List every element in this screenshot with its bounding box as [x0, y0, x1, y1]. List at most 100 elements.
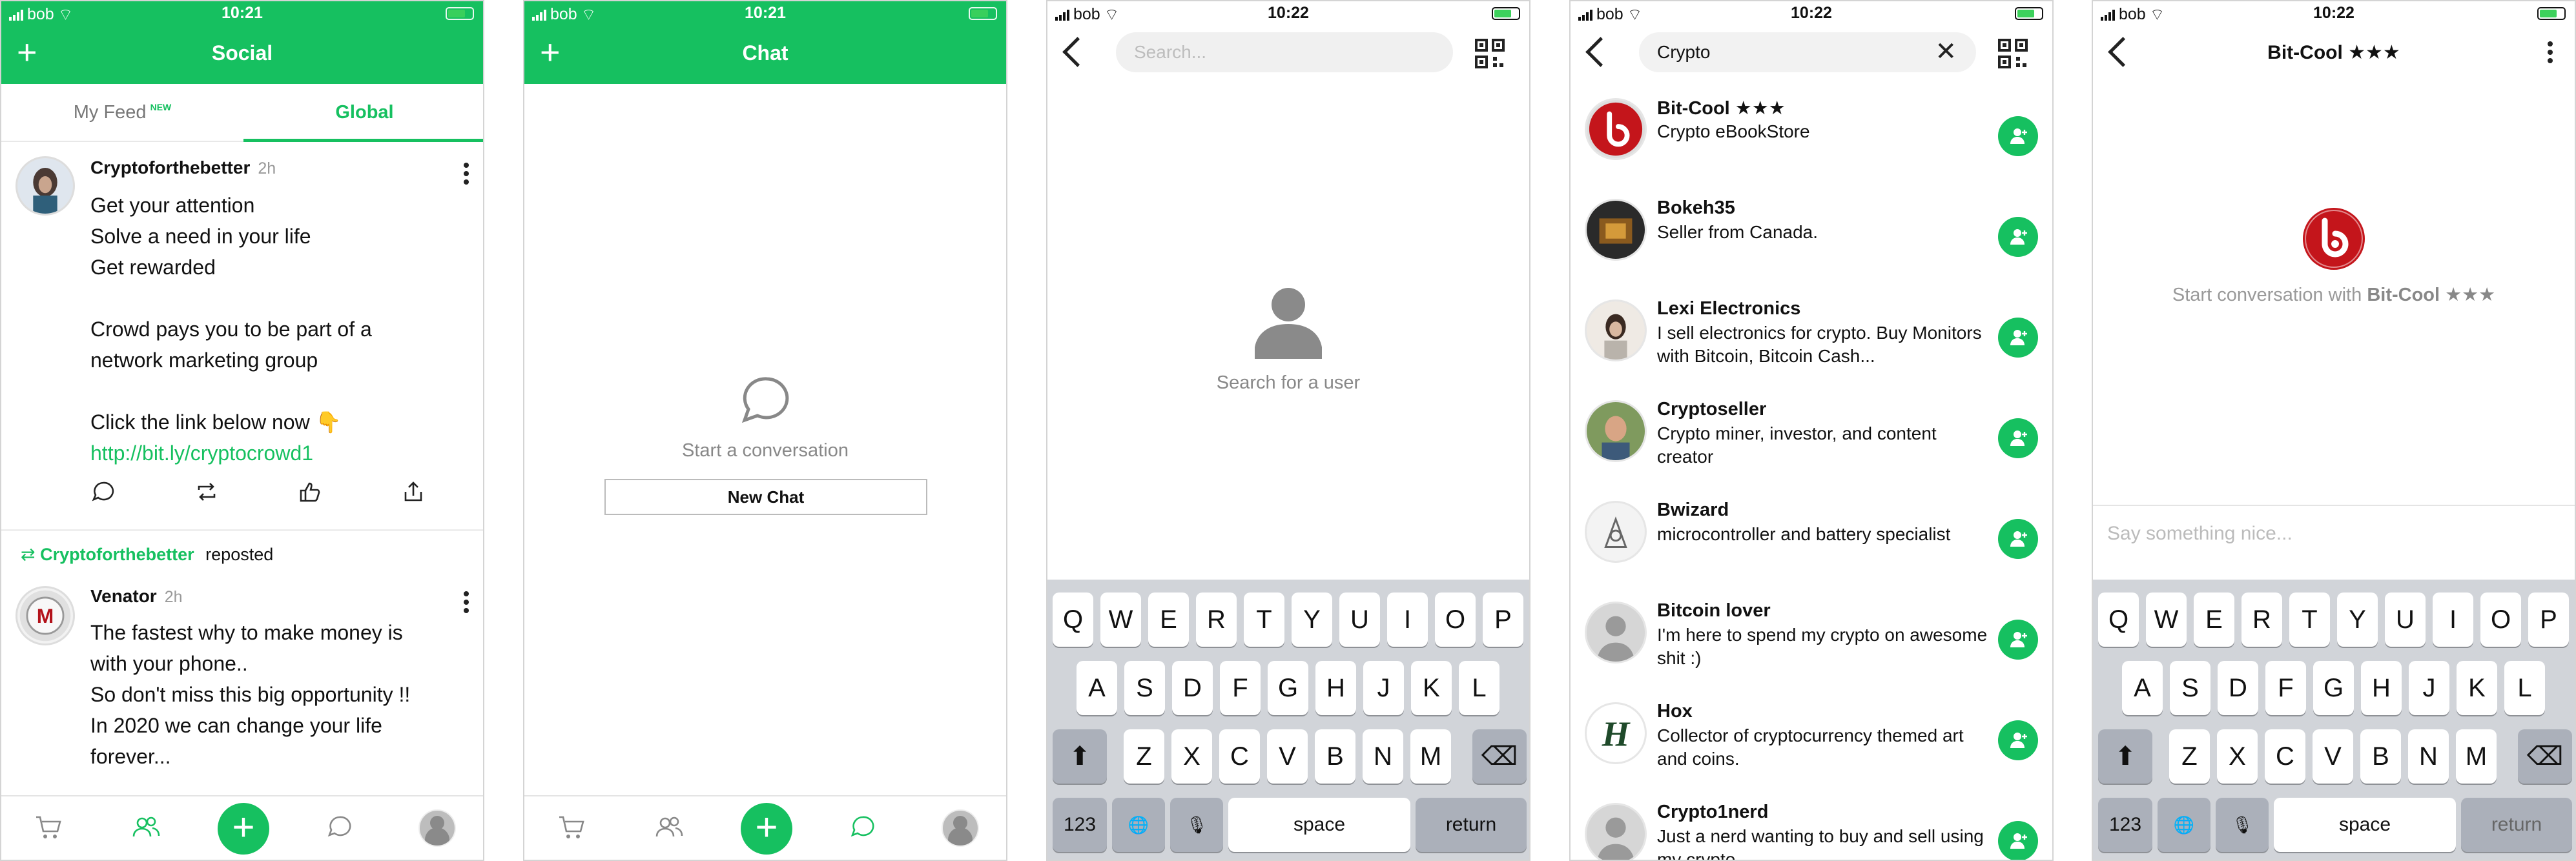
key-h[interactable]: H — [2361, 661, 2402, 715]
like-icon[interactable] — [297, 479, 323, 505]
profile-avatar[interactable] — [418, 809, 456, 847]
compose-button[interactable]: + — [741, 803, 792, 855]
key-w[interactable]: W — [1100, 593, 1141, 647]
shift-key[interactable]: ⬆ — [1053, 729, 1107, 784]
post-link[interactable]: http://bit.ly/cryptocrowd1 — [90, 438, 465, 469]
search-result-item[interactable]: Bwizard microcontroller and battery speci… — [1571, 494, 2052, 595]
key-u[interactable]: U — [1339, 593, 1380, 647]
key-e[interactable]: E — [2194, 593, 2234, 647]
add-contact-button[interactable] — [1998, 821, 2038, 860]
tab-my-feed[interactable]: My Feed NEW — [1, 84, 243, 141]
tab-chat[interactable] — [843, 808, 882, 847]
add-contact-button[interactable] — [1998, 720, 2038, 760]
compose-button[interactable]: + — [218, 803, 269, 855]
key-e[interactable]: E — [1148, 593, 1189, 647]
key-h[interactable]: H — [1315, 661, 1356, 715]
key-r[interactable]: R — [1196, 593, 1237, 647]
add-contact-button[interactable] — [1998, 318, 2038, 358]
post-menu-icon[interactable] — [464, 591, 469, 616]
tab-shop[interactable] — [553, 808, 592, 847]
key-f[interactable]: F — [2265, 661, 2306, 715]
key-x[interactable]: X — [1171, 729, 1212, 784]
key-n[interactable]: N — [1363, 729, 1403, 784]
avatar[interactable] — [1585, 803, 1647, 860]
avatar[interactable] — [1585, 400, 1647, 462]
shift-key[interactable]: ⬆ — [2098, 729, 2152, 784]
search-result-item[interactable]: Bokeh35 Seller from Canada. — [1571, 192, 2052, 293]
dictation-key[interactable]: 🎙 — [1170, 798, 1223, 852]
avatar[interactable] — [1585, 501, 1647, 563]
key-i[interactable]: I — [2433, 593, 2473, 647]
key-b[interactable]: B — [1315, 729, 1355, 784]
key-p[interactable]: P — [2528, 593, 2569, 647]
key-q[interactable]: Q — [2098, 593, 2139, 647]
search-input[interactable]: Crypto ✕ — [1639, 32, 1976, 72]
avatar[interactable]: H — [1585, 702, 1647, 764]
key-s[interactable]: S — [1124, 661, 1165, 715]
key-z[interactable]: Z — [1124, 729, 1164, 784]
key-l[interactable]: L — [2504, 661, 2545, 715]
post-author[interactable]: Cryptoforthebetter 2h — [90, 157, 276, 178]
key-x[interactable]: X — [2217, 729, 2258, 784]
backspace-key[interactable]: ⌫ — [2518, 729, 2572, 784]
key-v[interactable]: V — [1267, 729, 1308, 784]
search-result-item[interactable]: Cryptoseller Crypto miner, investor, and … — [1571, 394, 2052, 494]
key-t[interactable]: T — [1244, 593, 1284, 647]
dictation-key[interactable]: 🎙 — [2216, 798, 2269, 852]
key-g[interactable]: G — [2313, 661, 2354, 715]
message-composer[interactable]: Say something nice... — [2093, 505, 2575, 583]
key-v[interactable]: V — [2313, 729, 2353, 784]
qr-code-icon[interactable] — [1998, 39, 2028, 68]
key-z[interactable]: Z — [2169, 729, 2210, 784]
key-w[interactable]: W — [2146, 593, 2187, 647]
key-g[interactable]: G — [1268, 661, 1308, 715]
key-t[interactable]: T — [2289, 593, 2330, 647]
space-key[interactable]: space — [2274, 798, 2456, 852]
comment-icon[interactable] — [90, 479, 116, 505]
key-s[interactable]: S — [2170, 661, 2210, 715]
search-result-item[interactable]: H Hox Collector of cryptocurrency themed a… — [1571, 696, 2052, 796]
search-result-item[interactable]: Lexi Electronics I sell electronics for c… — [1571, 293, 2052, 394]
post-menu-icon[interactable] — [464, 163, 469, 188]
repost-author[interactable]: Cryptoforthebetter — [40, 545, 194, 564]
add-contact-button[interactable] — [1998, 217, 2038, 257]
add-contact-button[interactable] — [1998, 620, 2038, 660]
search-result-item[interactable]: Bit-Cool ★★★ Crypto eBookStore — [1571, 92, 2052, 192]
key-f[interactable]: F — [1220, 661, 1261, 715]
key-q[interactable]: Q — [1053, 593, 1093, 647]
tab-chat[interactable] — [320, 808, 359, 847]
key-d[interactable]: D — [1172, 661, 1213, 715]
key-r[interactable]: R — [2241, 593, 2282, 647]
avatar[interactable] — [15, 156, 75, 216]
key-j[interactable]: J — [2409, 661, 2449, 715]
key-u[interactable]: U — [2385, 593, 2426, 647]
new-chat-button[interactable]: New Chat — [604, 479, 927, 515]
key-k[interactable]: K — [2457, 661, 2497, 715]
profile-avatar[interactable] — [942, 809, 979, 847]
key-i[interactable]: I — [1387, 593, 1428, 647]
key-m[interactable]: M — [1410, 729, 1451, 784]
add-contact-button[interactable] — [1998, 116, 2038, 156]
repost-icon[interactable] — [194, 479, 220, 505]
space-key[interactable]: space — [1228, 798, 1410, 852]
back-button[interactable] — [1585, 37, 1616, 67]
more-options-icon[interactable] — [2548, 41, 2553, 66]
qr-code-icon[interactable] — [1475, 39, 1505, 68]
key-o[interactable]: O — [2480, 593, 2521, 647]
clear-search-icon[interactable]: ✕ — [1935, 39, 1957, 65]
key-y[interactable]: Y — [2337, 593, 2378, 647]
key-k[interactable]: K — [1411, 661, 1452, 715]
add-contact-button[interactable] — [1998, 519, 2038, 559]
key-c[interactable]: C — [1219, 729, 1260, 784]
back-button[interactable] — [1062, 37, 1093, 67]
key-d[interactable]: D — [2218, 661, 2258, 715]
backspace-key[interactable]: ⌫ — [1472, 729, 1527, 784]
tab-social[interactable] — [127, 808, 165, 847]
search-input[interactable]: Search... — [1116, 32, 1453, 72]
add-contact-button[interactable] — [1998, 418, 2038, 458]
key-o[interactable]: O — [1435, 593, 1476, 647]
tab-global[interactable]: Global — [243, 84, 483, 141]
numbers-key[interactable]: 123 — [1053, 798, 1107, 852]
key-n[interactable]: N — [2408, 729, 2449, 784]
key-c[interactable]: C — [2265, 729, 2305, 784]
